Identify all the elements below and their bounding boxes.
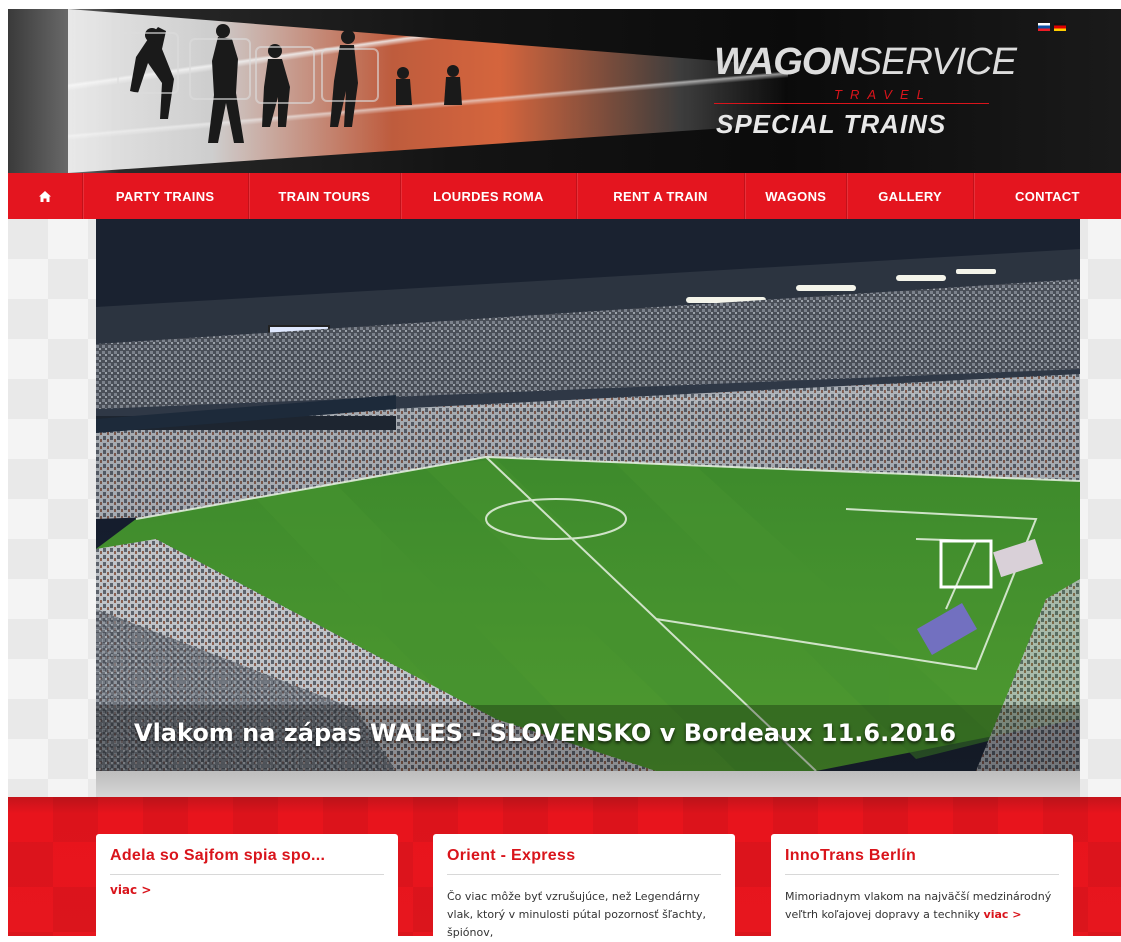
nav-gallery[interactable]: GALLERY	[846, 173, 972, 219]
de-flag-icon[interactable]	[1054, 23, 1066, 31]
slider-caption-text[interactable]: Vlakom na zápas WALES - SLOVENSKO v Bord…	[134, 719, 956, 747]
dancers-illustration	[117, 24, 462, 143]
nav-lourdes-roma[interactable]: LOURDES ROMA	[399, 173, 576, 219]
logo-travel: TRAVEL	[834, 87, 932, 102]
card-excerpt: Čo viac môže byť vzrušujúce, než Legendá…	[447, 890, 706, 939]
main-nav: PARTY TRAINS TRAIN TOURS LOURDES ROMA RE…	[8, 173, 1121, 220]
card-title[interactable]: InnoTrans Berlín	[785, 847, 1059, 875]
card-more-link[interactable]: viac >	[110, 883, 151, 897]
card-title[interactable]: Orient - Express	[447, 847, 721, 875]
featured-card-innotrans[interactable]: InnoTrans Berlín Mimoriadnym vlakom na n…	[771, 834, 1073, 936]
featured-card-adela[interactable]: Adela so Sajfom spia spo... viac >	[96, 834, 398, 936]
card-more-link[interactable]: viac >	[984, 908, 1022, 921]
stadium-photo	[96, 219, 1080, 771]
sk-flag-icon[interactable]	[1038, 23, 1050, 31]
logo-wordmark: WAGONSERVICE	[714, 41, 1017, 83]
nav-contact[interactable]: CONTACT	[972, 173, 1121, 219]
nav-rent-a-train[interactable]: RENT A TRAIN	[575, 173, 744, 219]
slider-caption[interactable]: Vlakom na zápas WALES - SLOVENSKO v Bord…	[96, 705, 1080, 771]
logo-rule	[714, 103, 989, 104]
nav-train-tours[interactable]: TRAIN TOURS	[247, 173, 400, 219]
nav-wagons[interactable]: WAGONS	[744, 173, 846, 219]
card-excerpt: Mimoriadnym vlakom na najväčší medzináro…	[785, 888, 1059, 924]
slider-bottom-bar	[96, 771, 1080, 797]
card-title[interactable]: Adela so Sajfom spia spo...	[110, 847, 384, 875]
hero-slider[interactable]: Vlakom na zápas WALES - SLOVENSKO v Bord…	[96, 219, 1080, 771]
home-icon	[38, 190, 51, 202]
language-switcher	[1038, 23, 1066, 31]
featured-card-orient-express[interactable]: Orient - Express Čo viac môže byť vzrušu…	[433, 834, 735, 939]
wagonservice-logo[interactable]: WAGONSERVICE TRAVEL SPECIAL TRAINS	[714, 41, 1017, 153]
home-button[interactable]	[8, 173, 82, 219]
logo-special-trains: SPECIAL TRAINS	[716, 109, 947, 139]
site-header: WAGONSERVICE TRAVEL SPECIAL TRAINS	[8, 9, 1121, 173]
nav-party-trains[interactable]: PARTY TRAINS	[81, 173, 248, 219]
